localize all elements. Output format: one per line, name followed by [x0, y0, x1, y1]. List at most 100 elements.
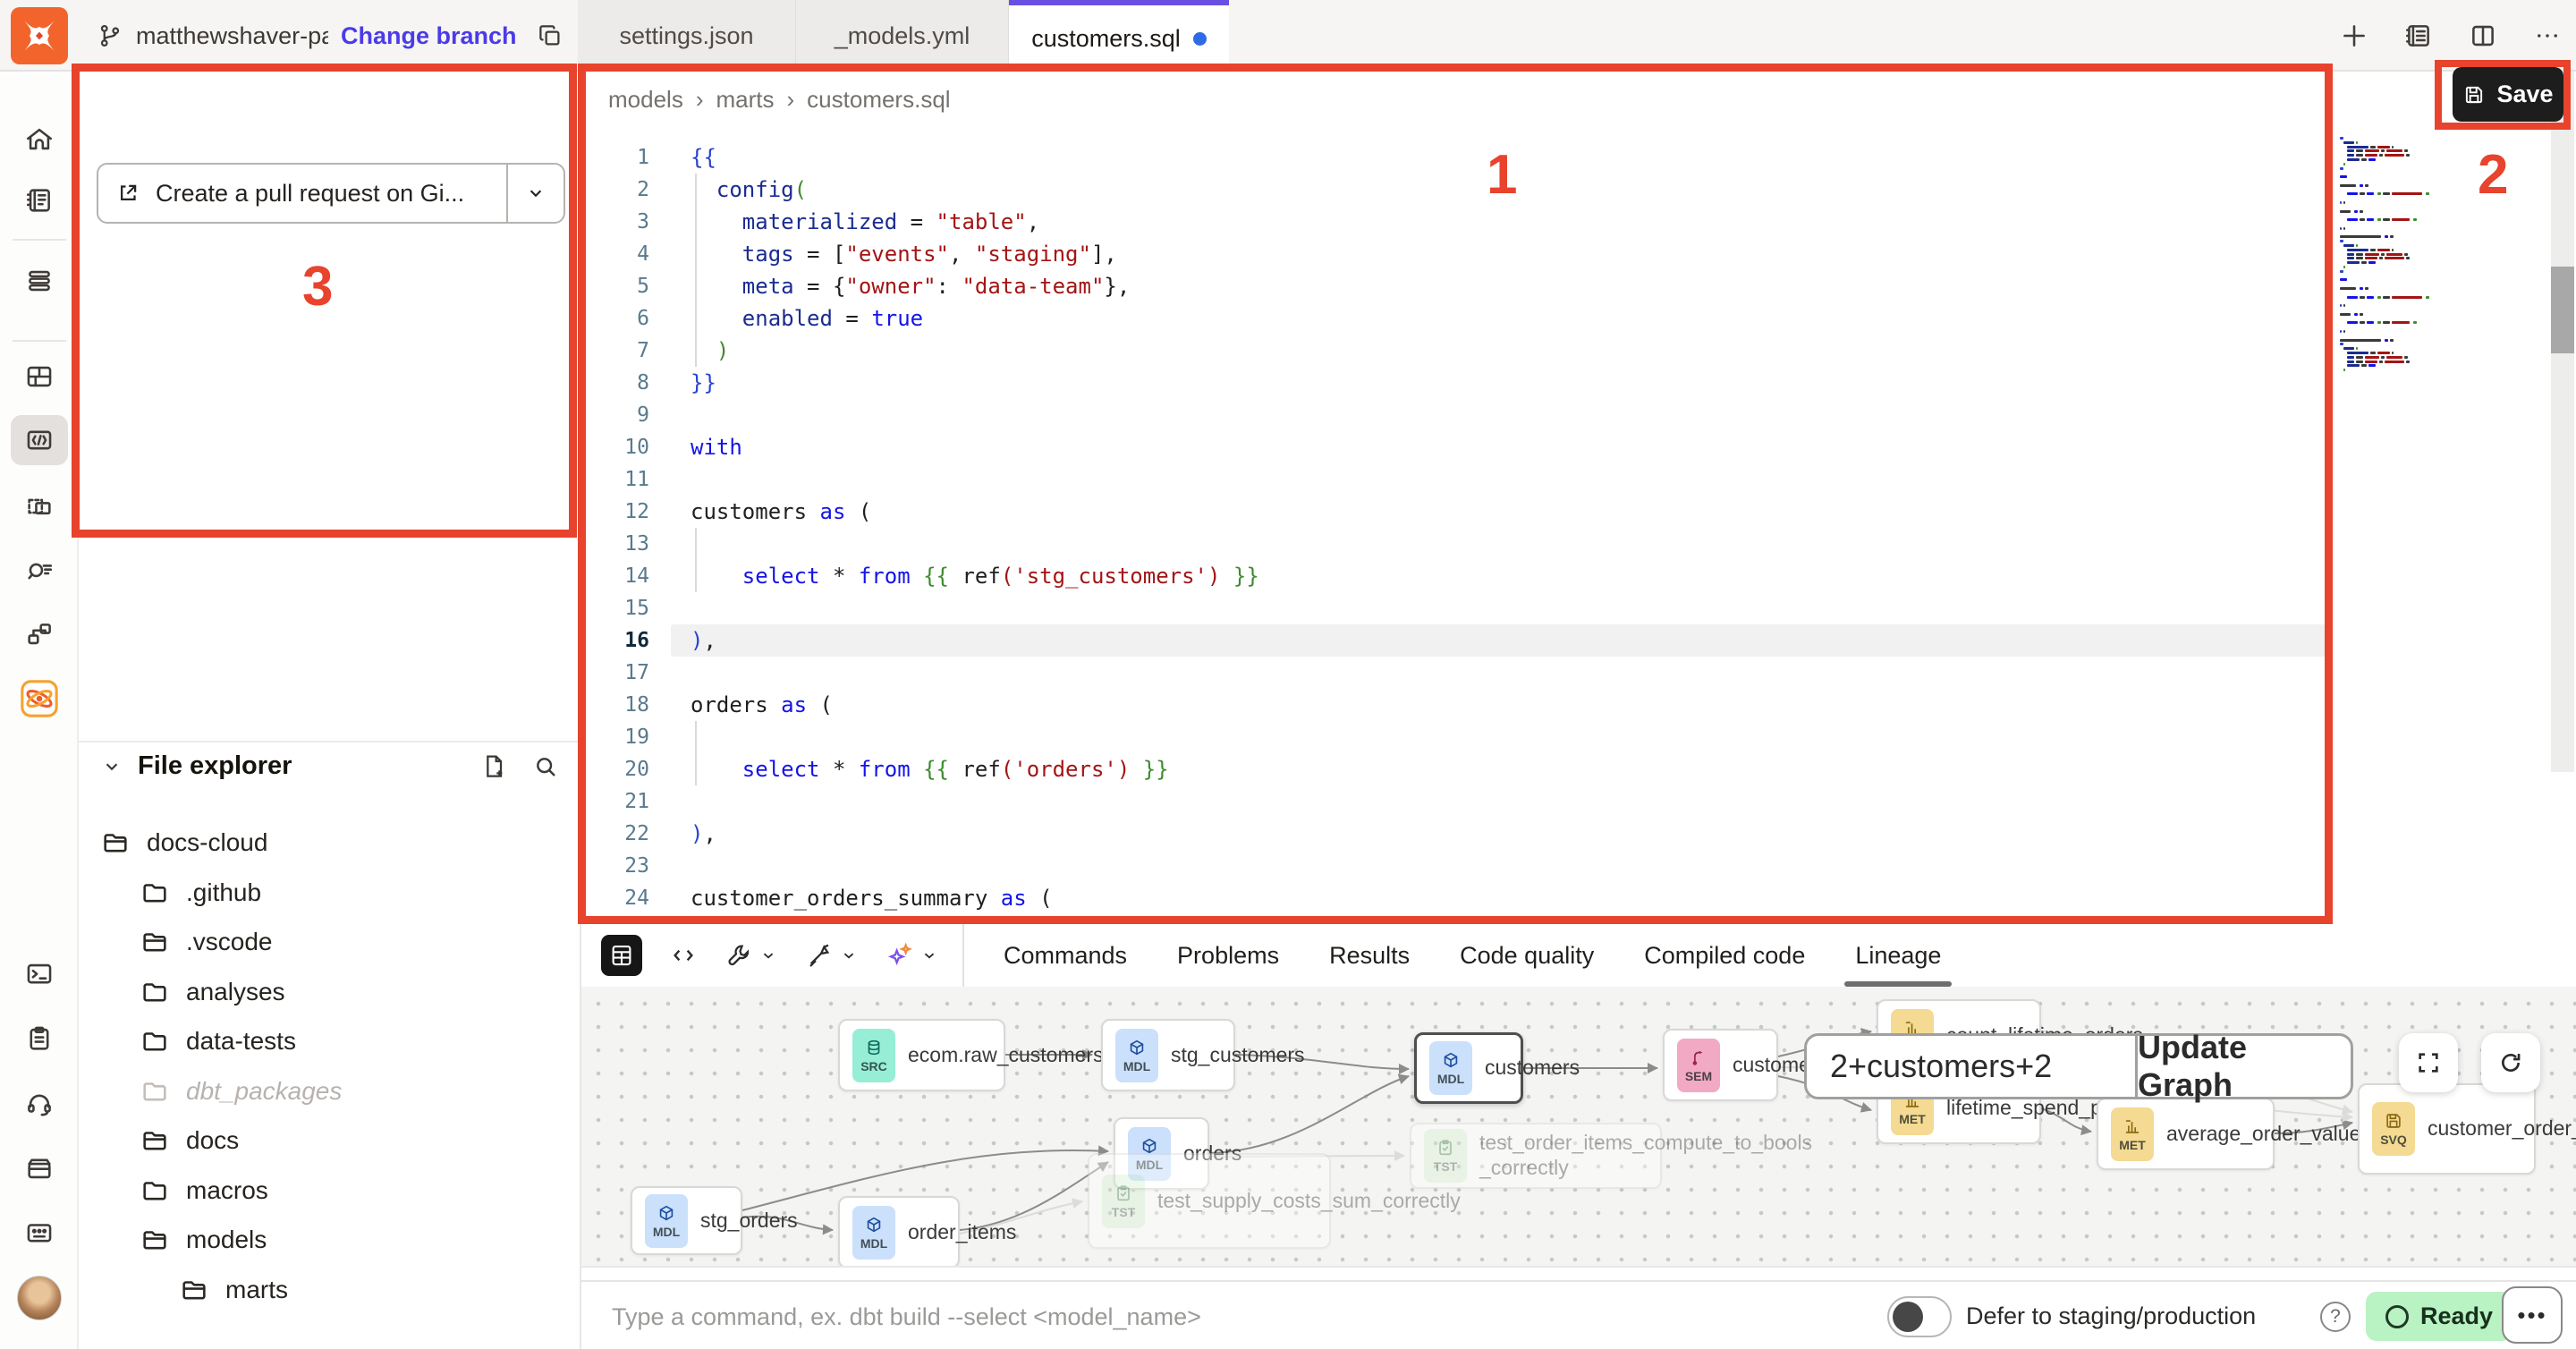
refresh-button[interactable]	[2481, 1033, 2540, 1092]
format-tool[interactable]	[805, 941, 859, 970]
code-line-23[interactable]: 23	[581, 850, 2576, 882]
lineage-node-average-order-value[interactable]: METaverage_order_value	[2097, 1098, 2275, 1170]
rail-keypad-icon[interactable]	[11, 1208, 68, 1258]
rail-atom-icon[interactable]	[11, 674, 68, 724]
update-graph-button[interactable]: Update Graph	[2138, 1036, 2351, 1097]
lineage-node-test-supply-costs[interactable]: TSTtest_supply_costs_sum_correctly	[1088, 1153, 1331, 1249]
search-icon[interactable]	[531, 752, 560, 781]
wrench-tool[interactable]	[724, 941, 778, 970]
lineage-node-ecom-raw-customers[interactable]: SRCecom.raw_customers	[838, 1019, 1005, 1091]
code-line-21[interactable]: 21	[581, 785, 2576, 818]
pull-request-caret-button[interactable]	[506, 165, 564, 222]
lineage-node-customers-model[interactable]: MDLcustomers	[1414, 1032, 1523, 1104]
ellipsis-icon[interactable]	[2531, 20, 2563, 52]
code-line-16[interactable]: 16),	[581, 624, 2576, 657]
tab--models-yml[interactable]: _models.yml	[796, 0, 1009, 72]
file-row-analyses[interactable]: analyses	[140, 969, 285, 1015]
table-preview-icon[interactable]	[601, 935, 642, 976]
rail-clipboard-icon[interactable]	[11, 1014, 68, 1064]
bottom-tab-compiled-code[interactable]: Compiled code	[1644, 924, 1805, 987]
branch-name[interactable]: matthewshaver-patc	[136, 22, 328, 50]
code-line-9[interactable]: 9	[581, 399, 2576, 431]
rail-flow-icon[interactable]	[11, 609, 68, 659]
change-branch-link[interactable]: Change branch	[341, 22, 517, 50]
minimap[interactable]	[2340, 137, 2501, 387]
notebook-list-icon[interactable]	[2402, 20, 2435, 52]
file-row-marts[interactable]: marts	[179, 1267, 288, 1313]
code-line-19[interactable]: 19	[581, 721, 2576, 753]
code-line-24[interactable]: 24customer_orders_summary as (	[581, 882, 2576, 914]
lineage-node-customer-order-metrics[interactable]: SVQcustomer_order_metrics	[2358, 1083, 2536, 1175]
code-line-17[interactable]: 17	[581, 657, 2576, 689]
command-input[interactable]	[610, 1294, 1776, 1339]
lineage-node-stg-orders[interactable]: MDLstg_orders	[631, 1186, 742, 1255]
rail-drawer-icon[interactable]	[11, 1143, 68, 1193]
plus-icon[interactable]	[2338, 20, 2370, 52]
file-row-macros[interactable]: macros	[140, 1167, 268, 1214]
rail-frame-icon[interactable]	[11, 481, 68, 531]
scrollbar-thumb[interactable]	[2551, 267, 2574, 353]
bottom-tab-results[interactable]: Results	[1329, 924, 1410, 987]
defer-toggle[interactable]	[1887, 1296, 1952, 1337]
lineage-node-stg-customers[interactable]: MDLstg_customers	[1101, 1019, 1235, 1091]
code-line-22[interactable]: 22),	[581, 818, 2576, 850]
file-row-docs[interactable]: docs	[140, 1117, 239, 1164]
code-line-8[interactable]: 8}}	[581, 367, 2576, 399]
code-line-1[interactable]: 1{{	[581, 141, 2576, 174]
code-line-14[interactable]: 14 select * from {{ ref('stg_customers')…	[581, 560, 2576, 592]
code-line-11[interactable]: 11	[581, 463, 2576, 496]
file-row-dbt-packages[interactable]: dbt_packages	[140, 1068, 342, 1115]
rail-code-icon[interactable]	[11, 415, 68, 465]
file-row--github[interactable]: .github	[140, 870, 261, 916]
breadcrumb-item[interactable]: customers.sql	[807, 86, 950, 114]
lineage-node-customers-semantic[interactable]: SEMcustomers	[1663, 1029, 1778, 1101]
bottom-tab-lineage[interactable]: Lineage	[1855, 924, 1941, 987]
code-icon[interactable]	[669, 941, 698, 970]
code-line-5[interactable]: 5 meta = {"owner": "data-team"},	[581, 270, 2576, 302]
create-pull-request-button[interactable]: Create a pull request on Gi...	[97, 163, 565, 224]
code-line-20[interactable]: 20 select * from {{ ref('orders') }}	[581, 753, 2576, 785]
file-row-models[interactable]: models	[140, 1217, 267, 1263]
rail-headset-icon[interactable]	[11, 1079, 68, 1129]
rail-terminal-icon[interactable]	[11, 949, 68, 999]
new-file-icon[interactable]	[479, 752, 508, 781]
bottom-tab-code-quality[interactable]: Code quality	[1460, 924, 1594, 987]
copy-icon[interactable]	[537, 22, 564, 49]
sparkle-ai-tool[interactable]	[886, 941, 939, 970]
fullscreen-button[interactable]	[2399, 1033, 2458, 1092]
code-line-15[interactable]: 15	[581, 592, 2576, 624]
code-line-6[interactable]: 6 enabled = true	[581, 302, 2576, 335]
rail-stack-icon[interactable]	[11, 256, 68, 306]
rail-grid-icon[interactable]	[11, 352, 68, 402]
rail-home-icon[interactable]	[11, 115, 68, 165]
file-row-docs-cloud[interactable]: docs-cloud	[100, 819, 267, 866]
save-button[interactable]: Save	[2453, 67, 2563, 122]
code-line-3[interactable]: 3 materialized = "table",	[581, 206, 2576, 238]
lineage-selector-input[interactable]: 2+customers+2	[1807, 1036, 2138, 1097]
code-line-13[interactable]: 13	[581, 528, 2576, 560]
breadcrumb-item[interactable]: models	[608, 86, 683, 114]
scrollbar-track[interactable]	[2551, 72, 2574, 772]
code-line-4[interactable]: 4 tags = ["events", "staging"],	[581, 238, 2576, 270]
code-line-2[interactable]: 2 config(	[581, 174, 2576, 206]
file-row--vscode[interactable]: .vscode	[140, 919, 273, 965]
lineage-canvas[interactable]: SRCecom.raw_customers MDLstg_customers MDL…	[581, 987, 2576, 1268]
tab-settings-json[interactable]: settings.json	[578, 0, 796, 72]
rail-avatar[interactable]	[11, 1273, 68, 1323]
status-badge[interactable]: Ready	[2366, 1292, 2512, 1341]
code-line-12[interactable]: 12customers as (	[581, 496, 2576, 528]
bottom-tab-problems[interactable]: Problems	[1177, 924, 1279, 987]
rail-search-lines-icon[interactable]	[11, 544, 68, 594]
help-icon[interactable]: ?	[2320, 1302, 2351, 1332]
code-line-10[interactable]: 10with	[581, 431, 2576, 463]
rail-journal-icon[interactable]	[11, 175, 68, 225]
lineage-node-test-order-items[interactable]: TSTtest_order_items_compute_to_bools _co…	[1410, 1123, 1662, 1189]
breadcrumb-item[interactable]: marts	[716, 86, 775, 114]
more-options-button[interactable]: •••	[2502, 1286, 2563, 1344]
bottom-tab-commands[interactable]: Commands	[1004, 924, 1127, 987]
tab-customers-sql[interactable]: customers.sql	[1009, 0, 1229, 72]
lineage-node-order-items[interactable]: MDLorder_items	[838, 1196, 960, 1268]
file-row-data-tests[interactable]: data-tests	[140, 1018, 296, 1065]
dbt-logo-icon[interactable]	[11, 7, 68, 64]
file-explorer-title-group[interactable]: File explorer	[100, 751, 479, 781]
